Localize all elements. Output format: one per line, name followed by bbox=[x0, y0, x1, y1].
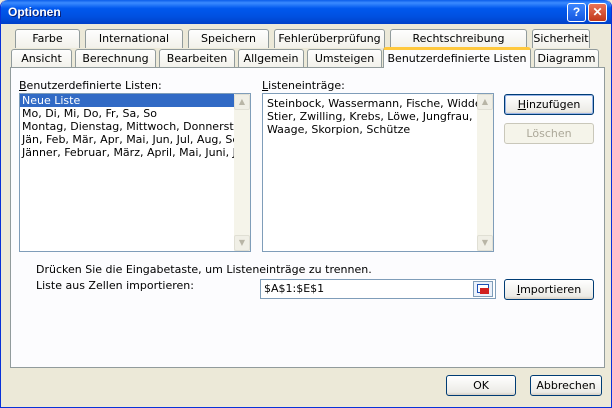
tab-umsteigen[interactable]: Umsteigen bbox=[307, 49, 382, 68]
help-icon[interactable]: ? bbox=[567, 3, 586, 22]
tab-benutzerdefinierte-listen[interactable]: Benutzerdefinierte Listen bbox=[383, 47, 531, 68]
close-icon[interactable]: ✕ bbox=[588, 3, 607, 22]
add-button[interactable]: Hinzufügen bbox=[504, 94, 594, 115]
scroll-up-icon[interactable]: ▲ bbox=[477, 94, 493, 110]
list-item[interactable]: Neue Liste bbox=[20, 94, 250, 107]
import-label: Liste aus Zellen importieren: bbox=[36, 279, 194, 292]
tab-international[interactable]: International bbox=[85, 29, 183, 48]
list-item[interactable]: Jän, Feb, Mär, Apr, Mai, Jun, Jul, Aug, … bbox=[20, 133, 250, 146]
ok-button[interactable]: OK bbox=[446, 375, 516, 396]
tab-farbe[interactable]: Farbe bbox=[15, 29, 80, 48]
delete-button[interactable]: Löschen bbox=[504, 123, 594, 144]
tab-ansicht[interactable]: Ansicht bbox=[11, 49, 72, 68]
title-bar[interactable]: Optionen ? ✕ bbox=[1, 0, 611, 24]
tab-speichern[interactable]: Speichern bbox=[188, 29, 269, 48]
tab-sicherheit[interactable]: Sicherheit bbox=[532, 29, 590, 48]
tab-rechtschreibung[interactable]: Rechtschreibung bbox=[390, 29, 527, 48]
hint-text: Drücken Sie die Eingabetaste, um Listene… bbox=[36, 263, 372, 276]
options-dialog: Optionen ? ✕ Farbe International Speiche… bbox=[0, 0, 612, 408]
cancel-button[interactable]: Abbrechen bbox=[530, 375, 602, 396]
import-button[interactable]: Importieren bbox=[504, 279, 594, 300]
tab-diagramm[interactable]: Diagramm bbox=[534, 49, 599, 68]
range-picker-icon[interactable] bbox=[473, 281, 493, 297]
list-entries-textarea[interactable]: Steinbock, Wassermann, Fische, Widder, S… bbox=[262, 93, 494, 252]
vertical-scrollbar[interactable]: ▲ ▼ bbox=[234, 94, 250, 251]
list-item[interactable]: Mo, Di, Mi, Do, Fr, Sa, So bbox=[20, 107, 250, 120]
scroll-down-icon[interactable]: ▼ bbox=[477, 235, 493, 251]
list-item[interactable]: Montag, Dienstag, Mittwoch, Donnerstag, … bbox=[20, 120, 250, 133]
custom-lists-listbox[interactable]: Neue Liste Mo, Di, Mi, Do, Fr, Sa, So Mo… bbox=[19, 93, 251, 252]
custom-lists-label: Benutzerdefinierte Listen: bbox=[19, 79, 162, 92]
import-range-input[interactable]: $A$1:$E$1 bbox=[260, 279, 496, 299]
tab-berechnung[interactable]: Berechnung bbox=[75, 49, 156, 68]
tab-panel: Benutzerdefinierte Listen: Neue Liste Mo… bbox=[10, 67, 605, 368]
list-entry-line: Waage, Skorpion, Schütze bbox=[267, 123, 411, 136]
list-entry-line: Steinbock, Wassermann, Fische, Widder, bbox=[267, 97, 490, 110]
list-item[interactable]: Jänner, Februar, März, April, Mai, Juni,… bbox=[20, 146, 250, 159]
list-entry-line: Stier, Zwilling, Krebs, Löwe, Jungfrau, bbox=[267, 110, 473, 123]
list-entries-label: Listeneinträge: bbox=[262, 79, 345, 92]
tab-allgemein[interactable]: Allgemein bbox=[238, 49, 304, 68]
tab-fehlerueberpruefung[interactable]: Fehlerüberprüfung bbox=[274, 29, 385, 48]
window-title: Optionen bbox=[8, 5, 61, 19]
scroll-down-icon[interactable]: ▼ bbox=[234, 235, 250, 251]
tab-bearbeiten[interactable]: Bearbeiten bbox=[159, 49, 235, 68]
vertical-scrollbar[interactable]: ▲ ▼ bbox=[477, 94, 493, 251]
scroll-up-icon[interactable]: ▲ bbox=[234, 94, 250, 110]
